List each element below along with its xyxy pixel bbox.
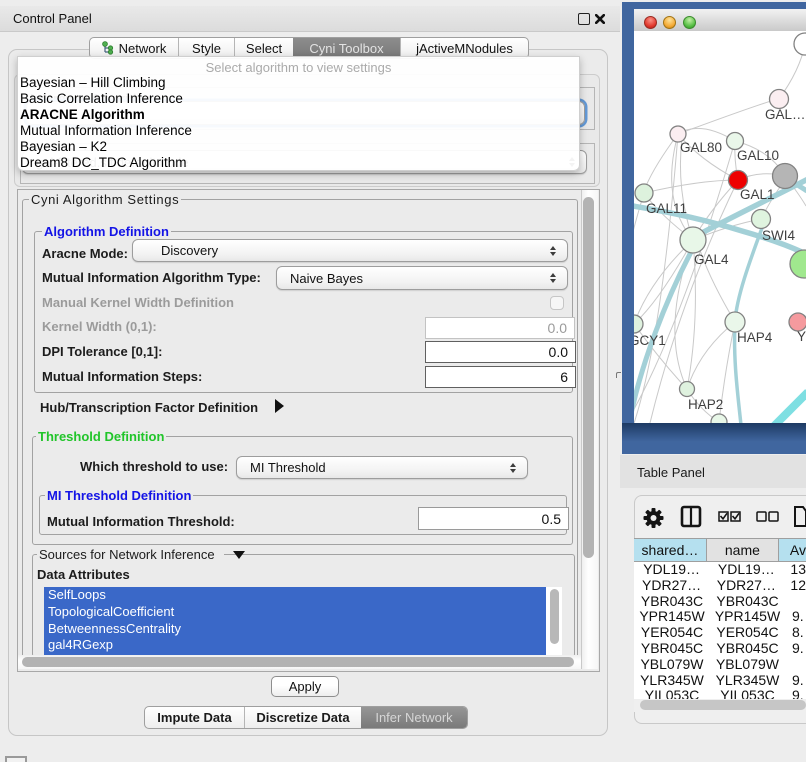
svg-text:GCY1: GCY1 bbox=[634, 333, 666, 348]
svg-text:GAL80: GAL80 bbox=[680, 140, 722, 155]
svg-text:GAL4: GAL4 bbox=[694, 252, 729, 267]
svg-text:HAP4: HAP4 bbox=[737, 330, 773, 345]
svg-text:GAL11: GAL11 bbox=[646, 201, 687, 216]
svg-text:SWI4: SWI4 bbox=[762, 228, 795, 243]
svg-text:GAL10: GAL10 bbox=[737, 148, 779, 163]
svg-text:GAL…: GAL… bbox=[765, 107, 806, 122]
svg-text:GAL1: GAL1 bbox=[740, 187, 775, 202]
svg-text:HAP2: HAP2 bbox=[688, 397, 723, 412]
svg-text:Y: Y bbox=[797, 329, 806, 344]
